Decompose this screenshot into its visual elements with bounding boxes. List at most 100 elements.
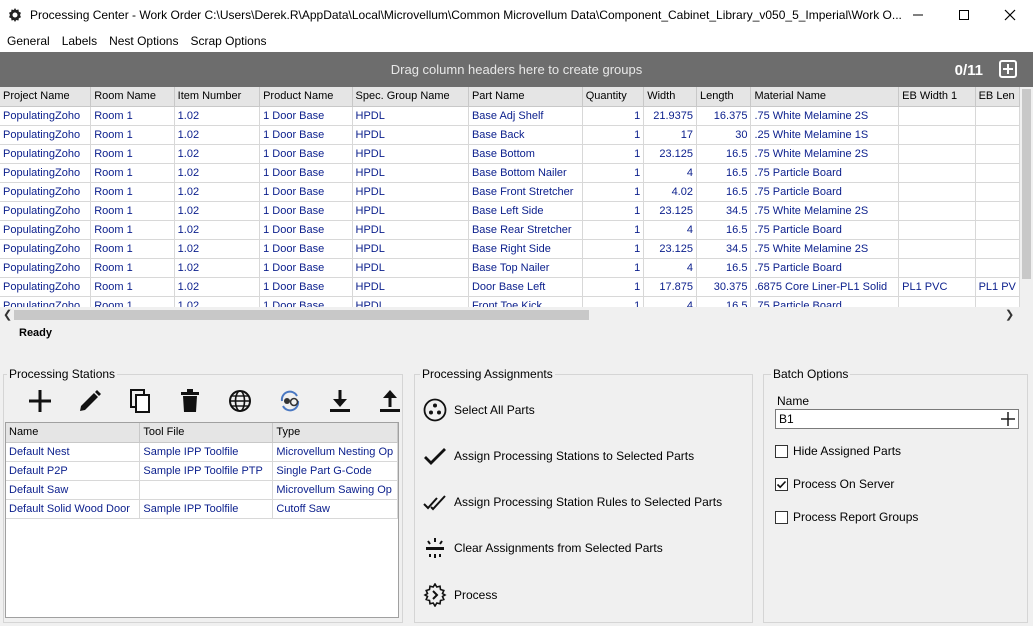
- station-row[interactable]: Default Saw Microvellum Sawing Op: [6, 480, 398, 500]
- table-row[interactable]: PopulatingZoho Room 1 1.02 1 Door Base HPDL F…: [0, 296, 1020, 307]
- table-row[interactable]: PopulatingZoho Room 1 1.02 1 Door Base HPDL B…: [0, 201, 1020, 221]
- menu-general[interactable]: General: [2, 30, 55, 52]
- table-cell[interactable]: Base Top Nailer: [468, 258, 583, 278]
- column-header[interactable]: Width: [643, 87, 697, 107]
- column-header[interactable]: EB Len: [975, 87, 1020, 107]
- column-header[interactable]: Room Name: [90, 87, 175, 107]
- table-cell[interactable]: 1.02: [174, 201, 261, 221]
- select-all-parts-button[interactable]: Select All Parts: [422, 397, 535, 423]
- table-cell[interactable]: [898, 106, 976, 126]
- table-cell[interactable]: [898, 296, 976, 307]
- table-cell[interactable]: 34.5: [696, 239, 752, 259]
- column-header[interactable]: Tool File: [139, 423, 274, 443]
- table-cell[interactable]: HPDL: [352, 144, 469, 164]
- minimize-button[interactable]: [895, 0, 941, 30]
- menu-nest-options[interactable]: Nest Options: [104, 30, 183, 52]
- table-cell[interactable]: HPDL: [352, 296, 469, 307]
- table-cell[interactable]: Room 1: [90, 125, 175, 145]
- table-cell[interactable]: [898, 239, 976, 259]
- clear-assignments-button[interactable]: Clear Assignments from Selected Parts: [422, 535, 663, 561]
- table-cell[interactable]: Microvellum Nesting Op: [272, 442, 398, 462]
- table-cell[interactable]: [975, 106, 1020, 126]
- add-icon[interactable]: [15, 386, 65, 416]
- table-cell[interactable]: .25 White Melamine 1S: [750, 125, 900, 145]
- table-cell[interactable]: 1 Door Base: [259, 201, 353, 221]
- table-cell[interactable]: Single Part G-Code: [272, 461, 398, 481]
- table-cell[interactable]: Microvellum Sawing Op: [272, 480, 398, 500]
- menu-labels[interactable]: Labels: [57, 30, 102, 52]
- table-cell[interactable]: Room 1: [90, 144, 175, 164]
- table-cell[interactable]: HPDL: [352, 258, 469, 278]
- station-row[interactable]: Default P2P Sample IPP Toolfile PTP Single…: [6, 461, 398, 481]
- table-cell[interactable]: 1: [582, 220, 645, 240]
- table-cell[interactable]: Sample IPP Toolfile: [139, 442, 274, 462]
- table-cell[interactable]: Room 1: [90, 106, 175, 126]
- maximize-button[interactable]: [941, 0, 987, 30]
- stations-list[interactable]: Name Tool File Type Default Nest Sample IPP…: [5, 422, 399, 618]
- add-batch-icon[interactable]: [1001, 412, 1015, 429]
- table-cell[interactable]: Room 1: [90, 239, 175, 259]
- parts-grid[interactable]: Project Name Room Name Item Number Product …: [0, 87, 1020, 307]
- table-cell[interactable]: 1: [582, 258, 645, 278]
- batch-name-input[interactable]: B1: [775, 409, 1019, 429]
- table-cell[interactable]: Room 1: [90, 201, 175, 221]
- table-cell[interactable]: Default Saw: [6, 480, 141, 500]
- delete-icon[interactable]: [165, 386, 215, 416]
- table-cell[interactable]: PopulatingZoho: [0, 182, 92, 202]
- table-cell[interactable]: Room 1: [90, 182, 175, 202]
- table-cell[interactable]: PopulatingZoho: [0, 106, 92, 126]
- table-cell[interactable]: 1 Door Base: [259, 163, 353, 183]
- process-button[interactable]: Process: [422, 582, 497, 608]
- table-cell[interactable]: .6875 Core Liner-PL1 Solid: [750, 277, 900, 297]
- column-header[interactable]: Type: [272, 423, 398, 443]
- column-header[interactable]: Product Name: [259, 87, 353, 107]
- table-cell[interactable]: PopulatingZoho: [0, 258, 92, 278]
- table-cell[interactable]: Sample IPP Toolfile PTP: [139, 461, 274, 481]
- table-cell[interactable]: PopulatingZoho: [0, 296, 92, 307]
- column-header[interactable]: Part Name: [468, 87, 583, 107]
- table-cell[interactable]: 1: [582, 201, 645, 221]
- add-group-button[interactable]: [999, 60, 1017, 78]
- table-row[interactable]: PopulatingZoho Room 1 1.02 1 Door Base HPDL B…: [0, 106, 1020, 126]
- table-cell[interactable]: Room 1: [90, 258, 175, 278]
- table-row[interactable]: PopulatingZoho Room 1 1.02 1 Door Base HPDL B…: [0, 258, 1020, 278]
- table-cell[interactable]: .75 White Melamine 2S: [750, 106, 900, 126]
- table-cell[interactable]: 16.5: [696, 163, 752, 183]
- table-cell[interactable]: 1: [582, 296, 645, 307]
- table-cell[interactable]: 23.125: [643, 201, 697, 221]
- table-cell[interactable]: 17.875: [643, 277, 697, 297]
- table-cell[interactable]: 1 Door Base: [259, 277, 353, 297]
- table-cell[interactable]: HPDL: [352, 125, 469, 145]
- table-cell[interactable]: Sample IPP Toolfile: [139, 499, 274, 519]
- column-header[interactable]: Spec. Group Name: [352, 87, 469, 107]
- table-cell[interactable]: PL1 PV: [975, 277, 1020, 297]
- assign-stations-button[interactable]: Assign Processing Stations to Selected P…: [422, 443, 694, 469]
- table-cell[interactable]: Base Rear Stretcher: [468, 220, 583, 240]
- table-cell[interactable]: Base Right Side: [468, 239, 583, 259]
- table-cell[interactable]: [975, 220, 1020, 240]
- table-cell[interactable]: Base Bottom: [468, 144, 583, 164]
- table-cell[interactable]: 1: [582, 182, 645, 202]
- import-icon[interactable]: [315, 386, 365, 416]
- station-row[interactable]: Default Solid Wood Door Sample IPP Toolfi…: [6, 499, 398, 519]
- table-cell[interactable]: 1: [582, 239, 645, 259]
- table-cell[interactable]: HPDL: [352, 163, 469, 183]
- table-cell[interactable]: 1 Door Base: [259, 106, 353, 126]
- table-cell[interactable]: 1.02: [174, 296, 261, 307]
- table-cell[interactable]: Default Solid Wood Door: [6, 499, 141, 519]
- table-cell[interactable]: 1: [582, 106, 645, 126]
- column-header[interactable]: Item Number: [174, 87, 261, 107]
- column-header[interactable]: Quantity: [582, 87, 645, 107]
- assign-station-rules-button[interactable]: Assign Processing Station Rules to Selec…: [422, 489, 722, 515]
- table-cell[interactable]: 1.02: [174, 277, 261, 297]
- table-cell[interactable]: Base Left Side: [468, 201, 583, 221]
- globe-icon[interactable]: [215, 386, 265, 416]
- table-cell[interactable]: 16.5: [696, 296, 752, 307]
- close-button[interactable]: [987, 0, 1033, 30]
- table-cell[interactable]: PopulatingZoho: [0, 201, 92, 221]
- table-cell[interactable]: 4.02: [643, 182, 697, 202]
- table-cell[interactable]: Cutoff Saw: [272, 499, 398, 519]
- table-cell[interactable]: Default Nest: [6, 442, 141, 462]
- table-cell[interactable]: .75 Particle Board: [750, 296, 900, 307]
- table-cell[interactable]: Room 1: [90, 163, 175, 183]
